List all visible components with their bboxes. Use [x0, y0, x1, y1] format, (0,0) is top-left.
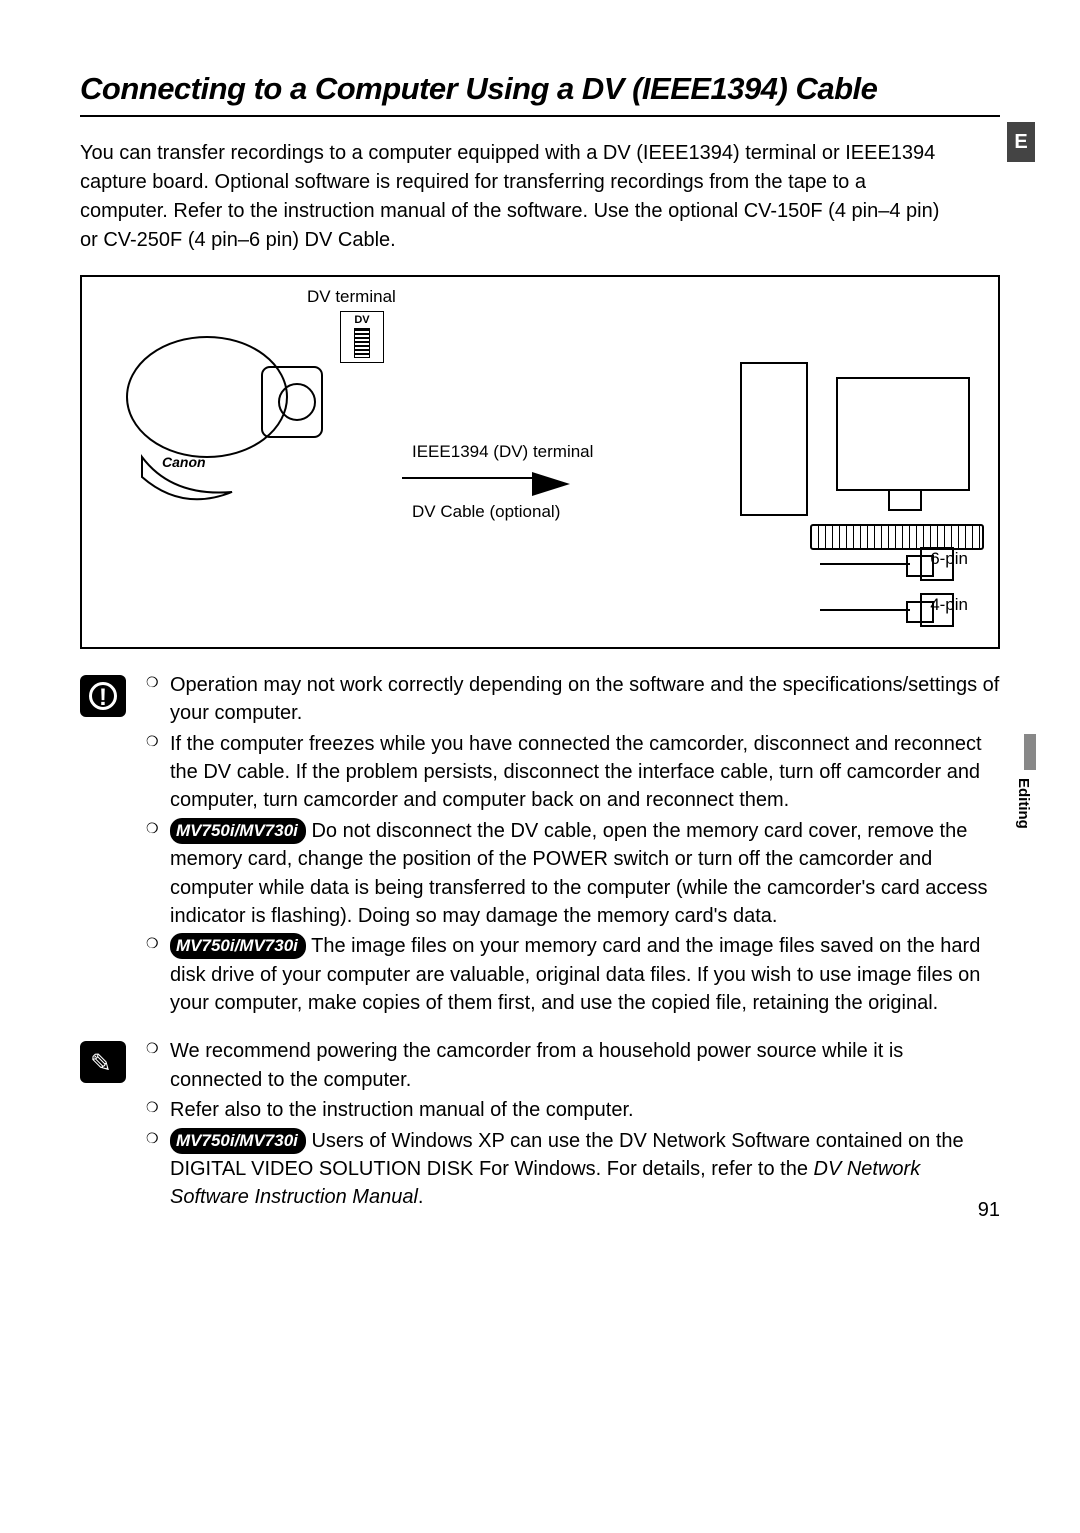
four-pin-label: 4-pin — [930, 595, 968, 615]
cable-icon — [402, 477, 532, 479]
note-item: MV750i/MV730i Users of Windows XP can us… — [146, 1127, 1000, 1212]
section-indicator — [1024, 734, 1036, 770]
section-label: Editing — [1015, 778, 1032, 829]
svg-text:Canon: Canon — [162, 454, 206, 470]
note-block: We recommend powering the camcorder from… — [80, 1037, 1000, 1213]
computer-icon — [740, 362, 970, 522]
model-badge: MV750i/MV730i — [170, 818, 306, 844]
model-badge: MV750i/MV730i — [170, 933, 306, 959]
camcorder-icon: Canon — [112, 317, 362, 512]
page-number: 91 — [978, 1199, 1000, 1222]
note-item: We recommend powering the camcorder from… — [146, 1037, 1000, 1094]
note-icon — [80, 1041, 126, 1083]
warning-icon — [80, 675, 126, 717]
warning-block: Operation may not work correctly dependi… — [80, 671, 1000, 1020]
warning-item: If the computer freezes while you have c… — [146, 730, 1000, 815]
note-item: Refer also to the instruction manual of … — [146, 1096, 1000, 1124]
connection-diagram: DV terminal DV Canon IEEE1394 (DV) termi… — [80, 275, 1000, 649]
model-badge: MV750i/MV730i — [170, 1128, 306, 1154]
warning-item: Operation may not work correctly dependi… — [146, 671, 1000, 728]
warning-item: MV750i/MV730i Do not disconnect the DV c… — [146, 817, 1000, 931]
six-pin-label: 6-pin — [930, 549, 968, 569]
arrow-icon — [532, 472, 570, 496]
ieee-terminal-label: IEEE1394 (DV) terminal — [412, 442, 593, 462]
note-text: . — [418, 1186, 424, 1208]
intro-paragraph: You can transfer recordings to a compute… — [80, 139, 1000, 255]
dv-terminal-label: DV terminal — [307, 287, 396, 307]
page-title: Connecting to a Computer Using a DV (IEE… — [80, 71, 1000, 117]
language-tab: E — [1007, 122, 1035, 162]
warning-item: MV750i/MV730i The image files on your me… — [146, 932, 1000, 1017]
dv-cable-label: DV Cable (optional) — [412, 502, 560, 522]
